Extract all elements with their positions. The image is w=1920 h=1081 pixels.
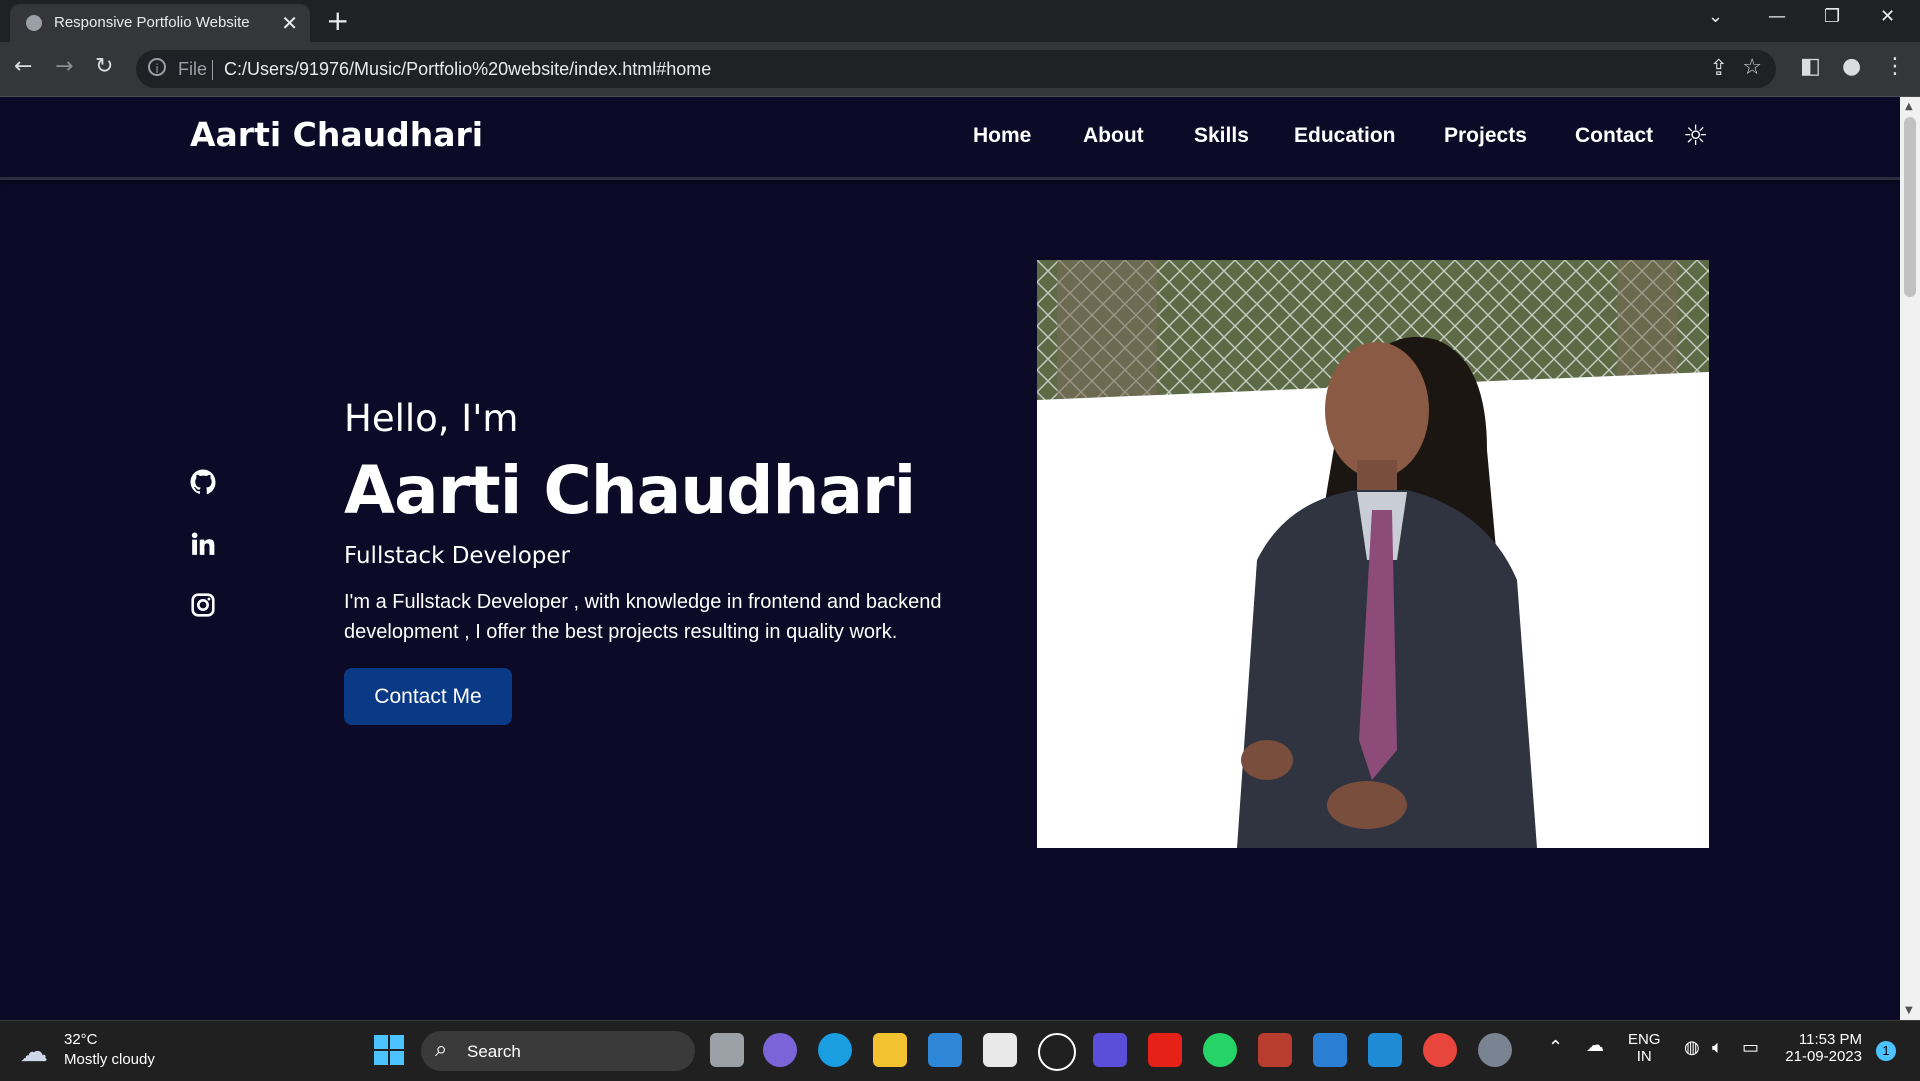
close-tab-icon[interactable]: ✕ xyxy=(281,11,298,35)
region-code: IN xyxy=(1636,1048,1652,1065)
minimize-icon[interactable]: — xyxy=(1768,6,1786,27)
nav-skills[interactable]: Skills xyxy=(1194,124,1249,148)
windows-taskbar: ☁ 32°C Mostly cloudy ⌕ Search ⌃ ☁ ENG IN… xyxy=(0,1020,1920,1081)
weather-icon[interactable]: ☁ xyxy=(20,1035,48,1068)
edge-icon[interactable] xyxy=(818,1033,852,1067)
profile-icon[interactable]: ● xyxy=(1842,54,1861,79)
scroll-down-icon[interactable]: ▼ xyxy=(1905,1005,1913,1016)
notification-badge[interactable]: 1 xyxy=(1876,1041,1896,1061)
nav-home[interactable]: Home xyxy=(973,124,1031,148)
browser-toolbar: ← → ↻ i File C:/Users/91976/Music/Portfo… xyxy=(0,42,1920,97)
info-icon[interactable]: i xyxy=(148,58,166,76)
battery-icon[interactable]: ▭ xyxy=(1742,1037,1759,1058)
media-app-icon[interactable] xyxy=(1093,1033,1127,1067)
back-icon[interactable]: ← xyxy=(14,54,32,79)
profile-photo xyxy=(1037,260,1709,848)
site-navbar: Aarti Chaudhari Home About Skills Educat… xyxy=(0,97,1900,180)
linkedin-icon[interactable] xyxy=(190,531,216,561)
address-bar[interactable]: i File C:/Users/91976/Music/Portfolio%20… xyxy=(136,50,1776,88)
onedrive-icon[interactable]: ☁ xyxy=(1586,1035,1604,1056)
chevron-up-icon[interactable]: ⌃ xyxy=(1548,1037,1563,1058)
new-tab-button[interactable]: + xyxy=(326,4,349,37)
site-logo[interactable]: Aarti Chaudhari xyxy=(190,115,483,154)
contact-me-button[interactable]: Contact Me xyxy=(344,668,512,725)
clock-time: 11:53 PM xyxy=(1798,1031,1862,1048)
hero-description: I'm a Fullstack Developer , with knowled… xyxy=(344,591,942,643)
url-text[interactable]: C:/Users/91976/Music/Portfolio%20website… xyxy=(224,59,711,80)
nav-about[interactable]: About xyxy=(1083,124,1144,148)
whatsapp-icon[interactable] xyxy=(1203,1033,1237,1067)
instagram-icon[interactable] xyxy=(190,592,216,622)
task-view-icon[interactable] xyxy=(710,1033,744,1067)
nav-projects[interactable]: Projects xyxy=(1444,124,1527,148)
url-scheme: File xyxy=(178,59,208,79)
web-page: Aarti Chaudhari Home About Skills Educat… xyxy=(0,97,1900,1020)
search-label: Search xyxy=(467,1042,521,1061)
mail-icon[interactable] xyxy=(928,1033,962,1067)
browser-tab-bar: Responsive Portfolio Website ✕ + ⌄ — ❐ ✕ xyxy=(0,0,1920,42)
file-explorer-icon[interactable] xyxy=(873,1033,907,1067)
photos-icon[interactable] xyxy=(1313,1033,1347,1067)
chrome-icon[interactable] xyxy=(1423,1033,1457,1067)
language-code: ENG xyxy=(1628,1031,1661,1048)
scrollbar-thumb[interactable] xyxy=(1904,117,1916,297)
browser-tab[interactable]: Responsive Portfolio Website ✕ xyxy=(10,4,310,42)
nav-education[interactable]: Education xyxy=(1294,124,1396,148)
vscode-icon[interactable] xyxy=(1368,1033,1402,1067)
language-indicator[interactable]: ENG IN xyxy=(1628,1031,1661,1065)
globe-icon xyxy=(26,15,42,31)
share-icon[interactable]: ⇪ xyxy=(1710,56,1728,81)
side-panel-icon[interactable]: ◧ xyxy=(1800,54,1821,79)
hero-name: Aarti Chaudhari xyxy=(344,452,916,529)
hero-greeting: Hello, I'm xyxy=(344,397,519,440)
teams-chat-icon[interactable] xyxy=(763,1033,797,1067)
forward-icon[interactable]: → xyxy=(55,54,73,79)
winrar-icon[interactable] xyxy=(1258,1033,1292,1067)
restore-icon[interactable]: ❐ xyxy=(1824,6,1840,27)
hero-role: Fullstack Developer xyxy=(344,543,570,569)
nav-contact[interactable]: Contact xyxy=(1575,124,1653,148)
weather-temperature[interactable]: 32°C xyxy=(64,1031,98,1048)
page-scrollbar[interactable]: ▲ ▼ xyxy=(1900,97,1920,1020)
network-icon[interactable]: ◍ xyxy=(1684,1037,1700,1058)
github-icon[interactable] xyxy=(190,469,216,499)
settings-icon[interactable] xyxy=(1478,1033,1512,1067)
taskbar-search[interactable]: ⌕ Search xyxy=(421,1031,695,1071)
search-icon: ⌕ xyxy=(435,1037,448,1062)
dell-icon[interactable] xyxy=(1038,1033,1076,1071)
weather-description[interactable]: Mostly cloudy xyxy=(64,1051,155,1068)
clock-date: 21-09-2023 xyxy=(1785,1048,1862,1065)
close-window-icon[interactable]: ✕ xyxy=(1880,6,1895,27)
tab-title: Responsive Portfolio Website xyxy=(54,14,250,31)
bookmark-star-icon[interactable]: ☆ xyxy=(1742,55,1762,80)
sun-icon[interactable]: ☼ xyxy=(1683,119,1708,152)
url-separator xyxy=(212,60,213,80)
tab-search-icon[interactable]: ⌄ xyxy=(1708,6,1723,27)
youtube-icon[interactable] xyxy=(1148,1033,1182,1067)
scroll-up-icon[interactable]: ▲ xyxy=(1905,101,1913,112)
clock[interactable]: 11:53 PM 21-09-2023 xyxy=(1782,1031,1862,1065)
store-icon[interactable] xyxy=(983,1033,1017,1067)
menu-icon[interactable]: ⋮ xyxy=(1884,54,1906,79)
reload-icon[interactable]: ↻ xyxy=(95,54,113,79)
windows-start-icon[interactable] xyxy=(374,1035,404,1069)
volume-icon[interactable]: 🔈︎ xyxy=(1712,1037,1723,1058)
